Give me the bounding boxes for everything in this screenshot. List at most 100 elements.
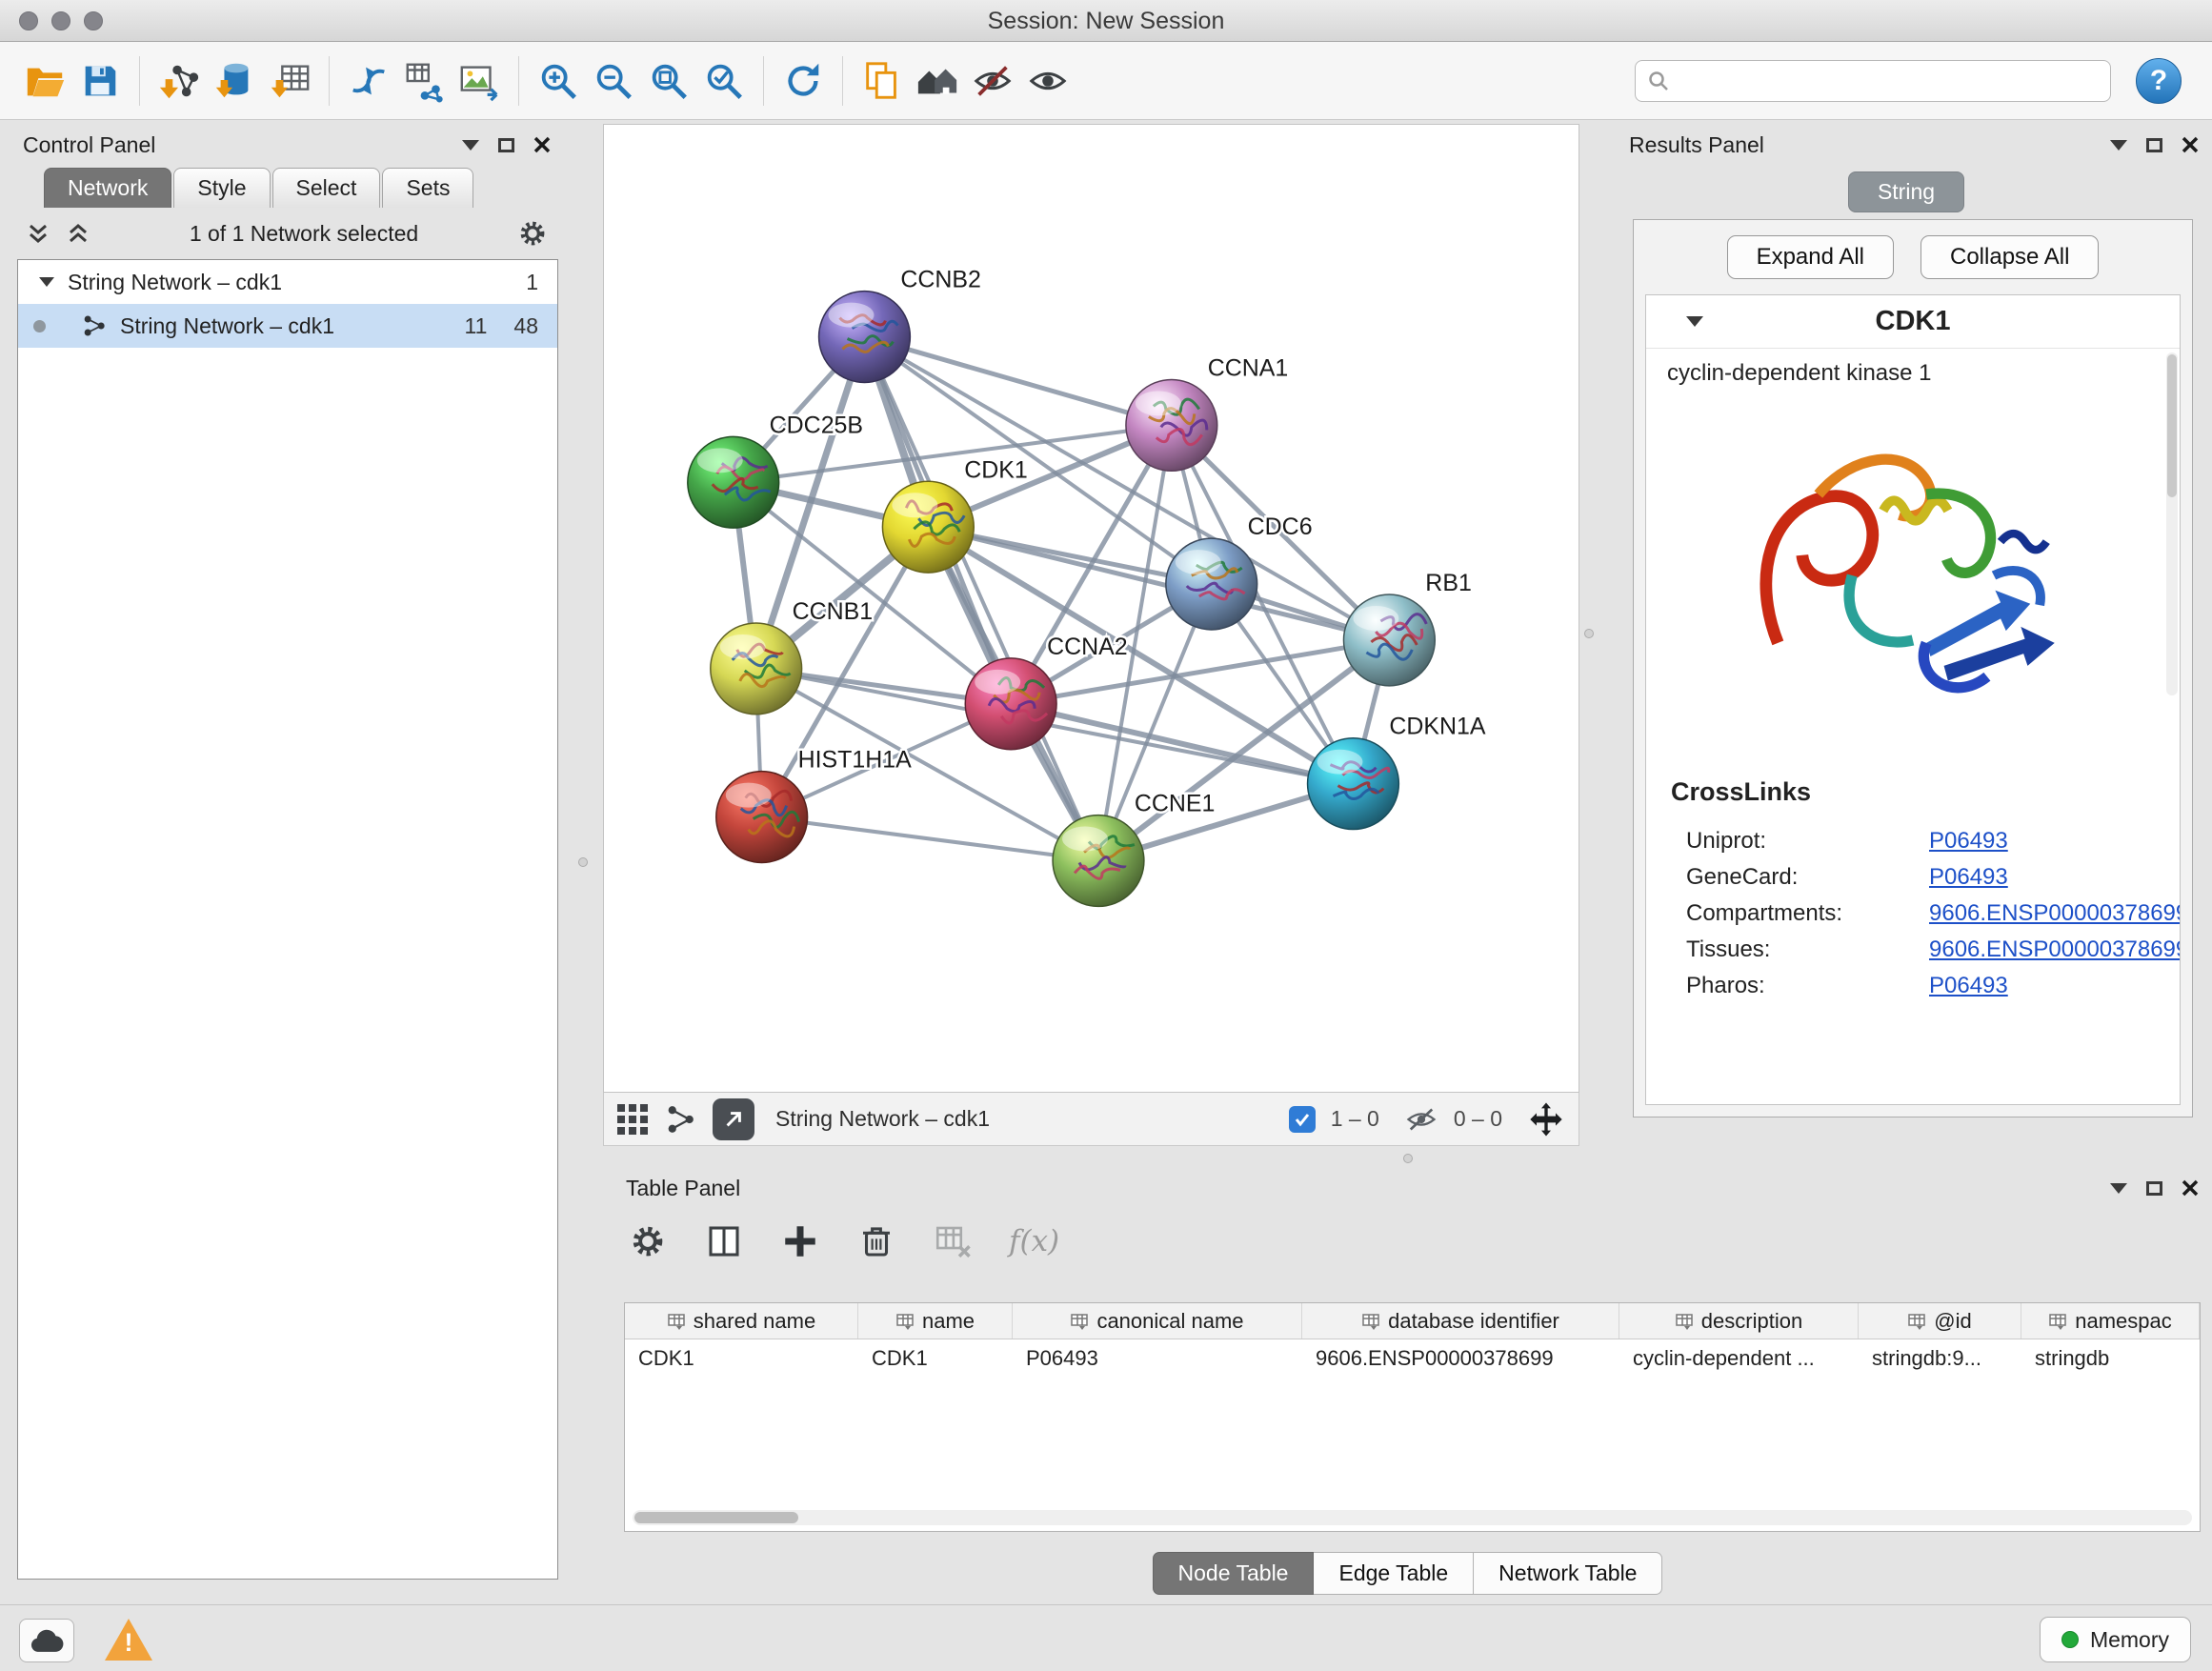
- results-scrollbar[interactable]: [2166, 352, 2178, 695]
- table-scrollbar-thumb[interactable]: [634, 1512, 798, 1523]
- zoom-fit-button[interactable]: [641, 53, 696, 109]
- edge-CCNA2-CDKN1A[interactable]: [1011, 704, 1353, 784]
- panel-float-icon[interactable]: [498, 138, 514, 152]
- new-network-button[interactable]: [341, 53, 396, 109]
- panel-menu-icon[interactable]: [2110, 1183, 2127, 1194]
- window-zoom-button[interactable]: [84, 11, 103, 30]
- panel-menu-icon[interactable]: [462, 140, 479, 151]
- function-builder-button[interactable]: f(x): [1009, 1224, 1059, 1258]
- panel-close-icon[interactable]: [2182, 1179, 2199, 1197]
- network-view-title: String Network – cdk1: [775, 1106, 990, 1132]
- panel-close-icon[interactable]: [2182, 136, 2199, 153]
- delete-column-icon[interactable]: [856, 1221, 896, 1261]
- selected-checkbox[interactable]: [1289, 1106, 1316, 1133]
- network-row-selected[interactable]: String Network – cdk1 11 48: [18, 304, 557, 348]
- node-result-header[interactable]: CDK1: [1646, 295, 2180, 349]
- crosslink-compartments-link[interactable]: 9606.ENSP00000378699: [1929, 900, 2181, 927]
- zoom-out-button[interactable]: [586, 53, 641, 109]
- panel-float-icon[interactable]: [2146, 1181, 2162, 1196]
- column-header-id[interactable]: @id: [1859, 1303, 2021, 1339]
- crosslink-pharos-link[interactable]: P06493: [1929, 973, 2008, 999]
- delete-table-icon[interactable]: [933, 1221, 973, 1261]
- network-node-CDC6[interactable]: CDC6: [1166, 513, 1313, 630]
- network-node-CDKN1A[interactable]: CDKN1A: [1308, 714, 1486, 830]
- open-session-button[interactable]: [17, 53, 72, 109]
- column-header-shared-name[interactable]: shared name: [625, 1303, 858, 1339]
- column-header-namespace[interactable]: namespac: [2021, 1303, 2200, 1339]
- import-network-file-button[interactable]: [151, 53, 207, 109]
- tab-string[interactable]: String: [1848, 171, 1964, 212]
- network-node-CCNB1[interactable]: CCNB1: [711, 598, 873, 715]
- window-close-button[interactable]: [19, 11, 38, 30]
- add-column-icon[interactable]: [780, 1221, 820, 1261]
- show-graphics-button[interactable]: [1020, 53, 1076, 109]
- tab-node-table[interactable]: Node Table: [1153, 1552, 1315, 1595]
- refresh-icon: [781, 59, 825, 103]
- window-minimize-button[interactable]: [51, 11, 70, 30]
- network-collection-row[interactable]: String Network – cdk1 1: [18, 260, 557, 304]
- duplicate-network-button[interactable]: [855, 53, 910, 109]
- show-columns-icon[interactable]: [704, 1221, 744, 1261]
- column-header-database-identifier[interactable]: database identifier: [1302, 1303, 1619, 1339]
- network-from-table-button[interactable]: [396, 53, 452, 109]
- table-panel: Table Panel f(x) shared name name canoni…: [603, 1167, 2212, 1601]
- tab-network-table[interactable]: Network Table: [1474, 1552, 1662, 1595]
- crosslink-tissues-link[interactable]: 9606.ENSP00000378699: [1929, 936, 2181, 963]
- edge-CCNB2-CCNE1[interactable]: [864, 337, 1098, 861]
- edge-CCNB2-CCNA1[interactable]: [864, 337, 1171, 426]
- tree-expand-icon[interactable]: [39, 277, 54, 287]
- birdseye-grid-icon[interactable]: [617, 1104, 648, 1135]
- save-session-button[interactable]: [72, 53, 128, 109]
- hidden-eye-slash-icon[interactable]: [1404, 1102, 1438, 1137]
- zoom-in-button[interactable]: [531, 53, 586, 109]
- table-settings-gear-icon[interactable]: [628, 1221, 668, 1261]
- bottom-splitter-handle[interactable]: [1403, 1154, 1413, 1163]
- left-splitter-handle[interactable]: [578, 857, 588, 867]
- edge-CCNE1-HIST1H1A[interactable]: [762, 817, 1098, 861]
- results-scrollbar-thumb[interactable]: [2167, 354, 2177, 497]
- panel-menu-icon[interactable]: [2110, 140, 2127, 151]
- move-crosshair-icon[interactable]: [1527, 1100, 1565, 1138]
- network-node-RB1[interactable]: RB1: [1343, 570, 1471, 686]
- expand-all-icon[interactable]: [65, 220, 91, 247]
- hide-annotations-button[interactable]: [965, 53, 1020, 109]
- network-node-HIST1H1A[interactable]: HIST1H1A: [716, 747, 912, 863]
- panel-float-icon[interactable]: [2146, 138, 2162, 152]
- import-table-button[interactable]: [262, 53, 317, 109]
- tab-edge-table[interactable]: Edge Table: [1314, 1552, 1474, 1595]
- column-header-canonical-name[interactable]: canonical name: [1013, 1303, 1302, 1339]
- tab-select[interactable]: Select: [272, 168, 381, 208]
- import-network-database-button[interactable]: [207, 53, 262, 109]
- help-button[interactable]: ?: [2136, 58, 2182, 104]
- export-image-button[interactable]: [452, 53, 507, 109]
- network-node-CCNA1[interactable]: CCNA1: [1126, 354, 1288, 471]
- crosslink-genecard-link[interactable]: P06493: [1929, 864, 2008, 891]
- tab-sets[interactable]: Sets: [382, 168, 473, 208]
- tab-network[interactable]: Network: [44, 168, 171, 208]
- expand-all-button[interactable]: Expand All: [1727, 235, 1894, 279]
- right-splitter-handle[interactable]: [1584, 629, 1594, 638]
- crosslink-uniprot-link[interactable]: P06493: [1929, 828, 2008, 855]
- cloud-button[interactable]: [19, 1619, 74, 1662]
- refresh-view-button[interactable]: [775, 53, 831, 109]
- network-node-CCNE1[interactable]: CCNE1: [1053, 791, 1215, 907]
- collapse-all-icon[interactable]: [25, 220, 51, 247]
- search-input[interactable]: [1679, 68, 2099, 93]
- memory-button[interactable]: Memory: [2040, 1617, 2191, 1662]
- warning-button[interactable]: !: [105, 1619, 152, 1661]
- zoom-selected-button[interactable]: [696, 53, 752, 109]
- tab-style[interactable]: Style: [173, 168, 270, 208]
- network-node-CDK1[interactable]: CDK1: [882, 456, 1027, 573]
- column-header-description[interactable]: description: [1619, 1303, 1859, 1339]
- network-share-icon[interactable]: [663, 1102, 697, 1137]
- home-layout-button[interactable]: [910, 53, 965, 109]
- column-header-name[interactable]: name: [858, 1303, 1013, 1339]
- panel-close-icon[interactable]: [533, 136, 551, 153]
- open-in-window-button[interactable]: [713, 1098, 754, 1140]
- table-row[interactable]: CDK1 CDK1 P06493 9606.ENSP00000378699 cy…: [625, 1339, 2200, 1378]
- network-canvas[interactable]: CCNB2CCNA1CDC25BCDK1CDC6RB1CCNB1CCNA2CDK…: [604, 125, 1579, 1092]
- edge-CDK1-RB1[interactable]: [928, 527, 1389, 640]
- table-horizontal-scrollbar[interactable]: [633, 1510, 2192, 1525]
- collapse-all-button[interactable]: Collapse All: [1920, 235, 2099, 279]
- gear-icon[interactable]: [516, 217, 549, 250]
